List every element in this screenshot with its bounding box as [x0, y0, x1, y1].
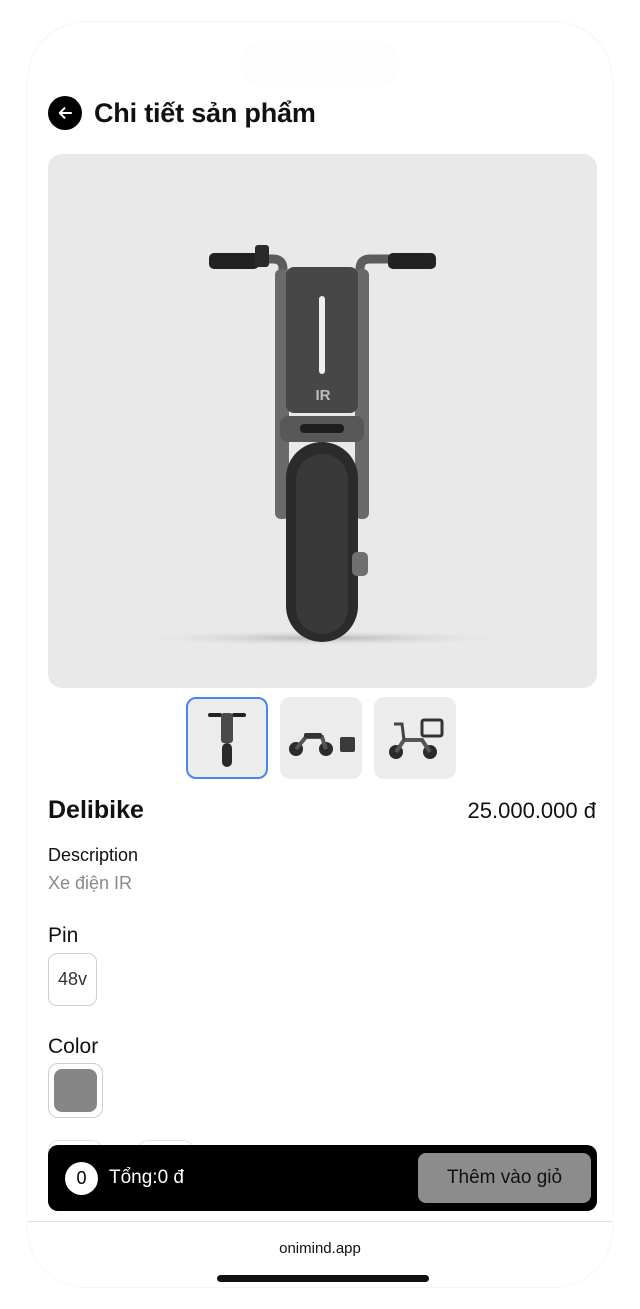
- hero-badge-text: IR: [316, 387, 331, 404]
- product-main-image: IR: [48, 154, 597, 688]
- color-swatch: [54, 1069, 97, 1112]
- cart-count-badge: 0: [65, 1161, 98, 1195]
- pin-option-48v[interactable]: 48v: [48, 953, 97, 1006]
- scooter-front-illustration: IR: [123, 245, 523, 646]
- product-price: 25.000.000 đ: [467, 798, 596, 823]
- thumbnail-side-basket[interactable]: [374, 697, 456, 779]
- home-indicator[interactable]: [217, 1275, 429, 1282]
- color-option-gray[interactable]: [48, 1063, 103, 1118]
- url-domain[interactable]: onimind.app: [0, 1240, 640, 1257]
- scooter-side-box-thumb-icon: [289, 733, 355, 756]
- thumbnail-strip: [186, 697, 456, 779]
- page-header: Chi tiết sản phẩm: [48, 96, 316, 130]
- thumbnail-front[interactable]: [186, 697, 268, 779]
- scooter-front-thumb-icon: [208, 713, 246, 767]
- thumbnail-side-box[interactable]: [280, 697, 362, 779]
- page-title: Chi tiết sản phẩm: [94, 97, 316, 128]
- browser-divider: [28, 1221, 612, 1222]
- back-button[interactable]: [48, 96, 82, 130]
- color-label: Color: [48, 1035, 99, 1058]
- dynamic-island: [240, 40, 400, 88]
- scooter-side-basket-thumb-icon: [389, 718, 444, 759]
- description-label: Description: [48, 845, 139, 865]
- cart-bar: 0 Tổng:0 đ Thêm vào giỏ: [48, 1145, 597, 1211]
- pin-label: Pin: [48, 924, 79, 947]
- arrow-left-icon: [58, 107, 72, 119]
- cart-total: Tổng:0 đ: [109, 1167, 184, 1188]
- add-to-cart-button[interactable]: Thêm vào giỏ: [418, 1153, 591, 1203]
- product-name: Delibike: [48, 796, 144, 824]
- description-text: Xe điện IR: [48, 873, 133, 893]
